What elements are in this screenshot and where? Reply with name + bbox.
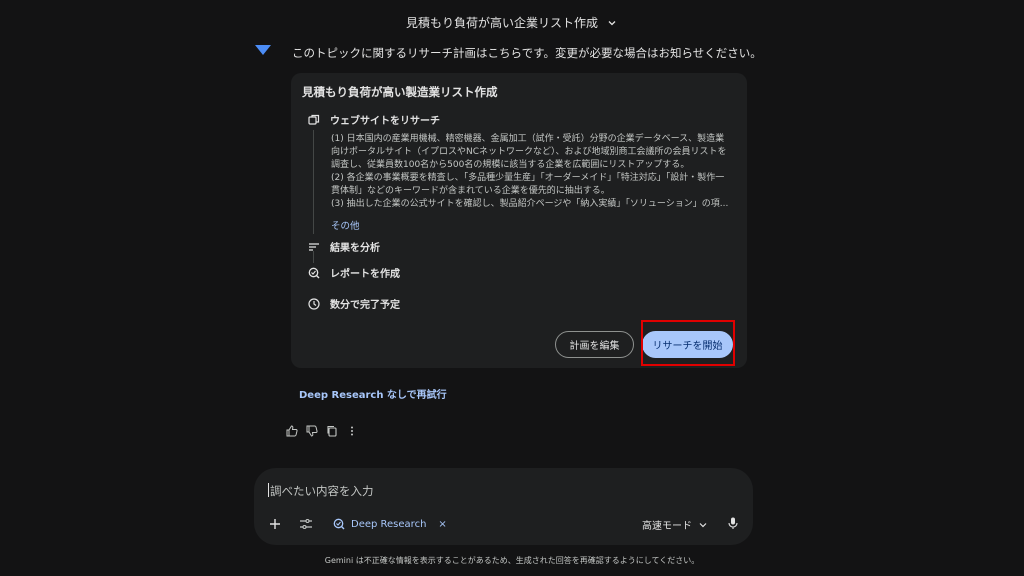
microphone-icon[interactable] (726, 516, 740, 530)
deep-research-icon (333, 518, 345, 530)
chevron-down-icon (608, 20, 616, 25)
show-more-link[interactable]: その他 (331, 218, 360, 232)
chip-label: Deep Research (351, 518, 427, 530)
conversation-title: 見積もり負荷が高い企業リスト作成 (405, 16, 598, 30)
plan-step-analyze: 結果を分析 (308, 239, 380, 254)
step-connector (313, 130, 314, 234)
copy-icon[interactable] (326, 425, 338, 437)
plan-step-report: レポートを作成 (308, 265, 400, 280)
deep-research-chip[interactable]: Deep Research × (333, 518, 447, 530)
edit-plan-button[interactable]: 計画を編集 (555, 331, 634, 358)
plan-detail-line: (1) 日本国内の産業用機械、精密機器、金属加工（試作・受託）分野の企業データベ… (331, 134, 725, 144)
step-label: 結果を分析 (330, 243, 380, 254)
retry-without-deep-research-link[interactable]: Deep Research なしで再試行 (299, 386, 447, 401)
plan-detail-line: (2) 各企業の事業概要を精査し、「多品種少量生産」「オーダーメイド」「特注対応… (331, 173, 725, 183)
conversation-title-bar[interactable]: 見積もり負荷が高い企業リスト作成 (0, 14, 1024, 31)
plan-detail-line: 調査し、従業員数100名から500名の規模に該当する企業を広範囲にリストアップす… (331, 160, 690, 170)
analyze-icon (309, 242, 319, 251)
clock-icon (308, 297, 320, 310)
web-icon (308, 114, 320, 125)
thumbs-down-icon[interactable] (306, 425, 318, 437)
disclaimer-footer: Gemini は不正確な情報を表示することがあるため、生成された回答を再確認する… (324, 556, 700, 565)
plan-step-eta: 数分で完了予定 (308, 296, 400, 311)
plan-detail-line: 貫体制」などのキーワードが含まれている企業を優先的に抽出する。 (331, 186, 610, 196)
thumbs-up-icon[interactable] (286, 425, 298, 437)
mode-selector[interactable]: 高速モード (642, 517, 708, 532)
chip-close-button[interactable]: × (438, 519, 446, 530)
plan-step-web-research: ウェブサイトをリサーチ (308, 112, 440, 127)
gemini-logo-icon (255, 45, 271, 55)
plan-detail-line: 向けポータルサイト（イプロスやNCネットワークなど）、および地域別商工会議所の会… (331, 147, 727, 157)
text-caret (268, 483, 269, 497)
step-label: 数分で完了予定 (330, 300, 400, 311)
response-intro: このトピックに関するリサーチ計画はこちらです。変更が必要な場合はお知らせください… (292, 46, 762, 60)
mode-label: 高速モード (642, 521, 692, 532)
prompt-composer[interactable]: 調べたい内容を入力 Deep Research × 高速モード (254, 468, 753, 545)
tools-sliders-icon[interactable] (299, 517, 313, 531)
step-label: ウェブサイトをリサーチ (330, 116, 440, 127)
plan-detail-line: (3) 抽出した企業の公式サイトを確認し、製品紹介ページや「納入実績」「ソリュー… (331, 199, 729, 209)
plan-details: (1) 日本国内の産業用機械、精密機器、金属加工（試作・受託）分野の企業データベ… (331, 133, 737, 211)
feedback-toolbar (286, 425, 358, 437)
more-vert-icon[interactable] (346, 425, 358, 437)
plan-title: 見積もり負荷が高い製造業リスト作成 (302, 85, 498, 99)
composer-toolbar: Deep Research × 高速モード (268, 516, 743, 532)
report-icon (308, 267, 320, 278)
step-label: レポートを作成 (330, 269, 400, 280)
prompt-input[interactable]: 調べたい内容を入力 (270, 483, 374, 499)
chevron-down-icon (699, 522, 707, 527)
highlight-box (641, 320, 735, 366)
step-connector (313, 251, 314, 263)
plus-icon[interactable] (268, 517, 282, 531)
